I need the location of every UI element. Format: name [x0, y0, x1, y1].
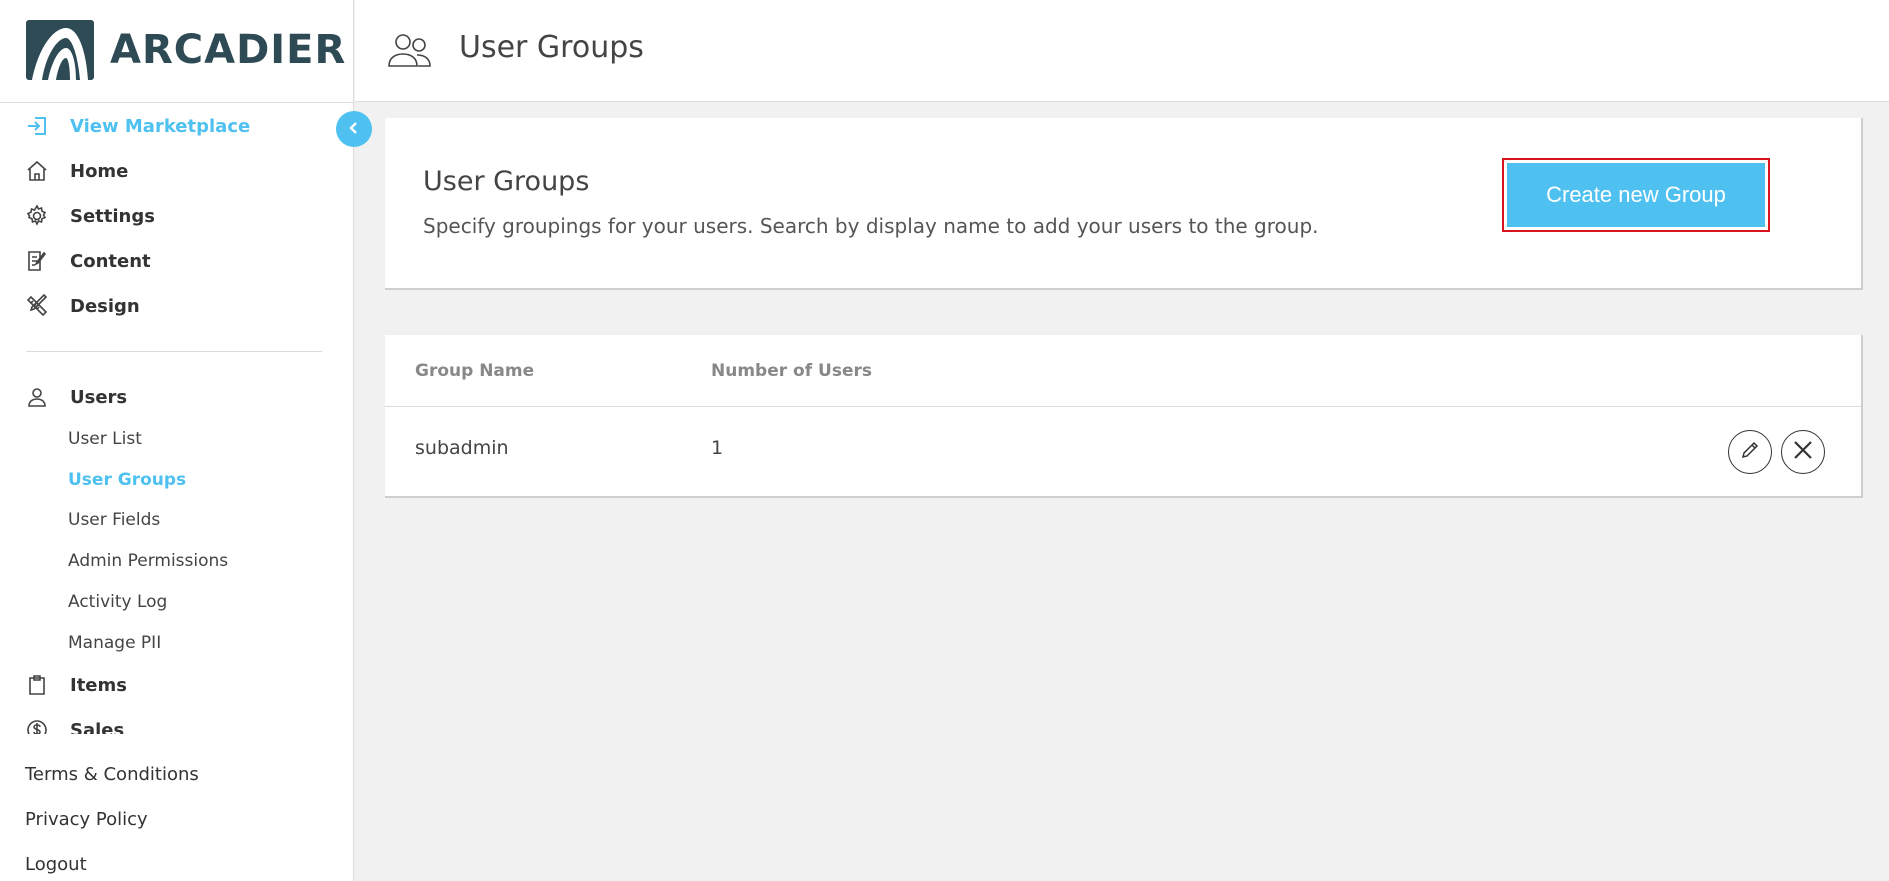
sidebar: ARCADIER View Marketplace Home Settings [0, 0, 354, 881]
user-icon [24, 384, 50, 410]
page-header: User Groups [355, 0, 1889, 102]
terms-link[interactable]: Terms & Conditions [25, 764, 199, 785]
collapse-sidebar-button[interactable] [336, 111, 372, 147]
create-new-group-button[interactable]: Create new Group [1507, 163, 1765, 227]
logout-link[interactable]: Logout [25, 854, 87, 875]
sidebar-item-settings[interactable]: Settings [24, 201, 155, 231]
sidebar-item-content[interactable]: Content [24, 246, 151, 276]
user-group-icon [387, 30, 433, 70]
privacy-link[interactable]: Privacy Policy [25, 809, 148, 830]
section-description: Specify groupings for your users. Search… [423, 214, 1319, 238]
sidebar-item-label: Settings [70, 205, 155, 227]
arcadier-logo-icon [26, 20, 94, 80]
sidebar-item-label: Home [70, 160, 129, 182]
sidebar-item-label: View Marketplace [70, 115, 251, 137]
sidebar-subitem-user-groups[interactable]: User Groups [68, 470, 186, 490]
delete-group-button[interactable] [1781, 430, 1825, 474]
pencil-icon [1739, 439, 1761, 465]
enter-icon [24, 113, 50, 139]
sidebar-item-label: Users [70, 386, 128, 408]
sidebar-item-label: Items [70, 674, 127, 696]
sidebar-item-design[interactable]: Design [24, 291, 140, 321]
chevron-left-icon [347, 120, 361, 139]
sidebar-subitem-user-list[interactable]: User List [68, 429, 142, 449]
edit-group-button[interactable] [1728, 430, 1772, 474]
sidebar-subitem-manage-pii[interactable]: Manage PII [68, 633, 161, 653]
close-icon [1791, 438, 1815, 466]
sidebar-subitem-activity-log[interactable]: Activity Log [68, 592, 167, 612]
sidebar-item-items[interactable]: Items [24, 670, 127, 700]
column-header-number-of-users[interactable]: Number of Users [711, 361, 872, 381]
dollar-icon [24, 717, 50, 734]
sidebar-subitem-admin-permissions[interactable]: Admin Permissions [68, 551, 228, 571]
nav-divider [26, 351, 322, 352]
table-row: subadmin 1 [385, 407, 1861, 496]
page-title: User Groups [459, 30, 644, 65]
sidebar-item-label: Design [70, 295, 140, 317]
home-icon [24, 158, 50, 184]
table-header: Group Name Number of Users [385, 335, 1861, 407]
gear-icon [24, 203, 50, 229]
edit-document-icon [24, 248, 50, 274]
sidebar-divider [0, 102, 354, 103]
sidebar-nav: View Marketplace Home Settings Content D… [0, 104, 354, 734]
intro-card: User Groups Specify groupings for your u… [385, 118, 1863, 290]
ruler-pencil-icon [24, 293, 50, 319]
user-count-cell: 1 [711, 437, 724, 459]
sidebar-item-view-marketplace[interactable]: View Marketplace [24, 111, 250, 141]
create-button-highlight: Create new Group [1502, 158, 1770, 232]
sidebar-item-label: Content [70, 250, 151, 272]
group-name-cell: subadmin [415, 437, 509, 459]
user-groups-table: Group Name Number of Users subadmin 1 [385, 335, 1863, 498]
sidebar-item-home[interactable]: Home [24, 156, 128, 186]
sidebar-item-label: Sales [70, 719, 125, 735]
section-title: User Groups [423, 166, 590, 197]
sidebar-item-users[interactable]: Users [24, 382, 127, 412]
sidebar-subitem-user-fields[interactable]: User Fields [68, 510, 160, 530]
clipboard-icon [24, 672, 50, 698]
logo[interactable]: ARCADIER [26, 20, 346, 80]
column-header-group-name[interactable]: Group Name [415, 361, 534, 381]
sidebar-item-sales[interactable]: Sales [24, 715, 124, 734]
brand-name: ARCADIER [110, 27, 347, 73]
